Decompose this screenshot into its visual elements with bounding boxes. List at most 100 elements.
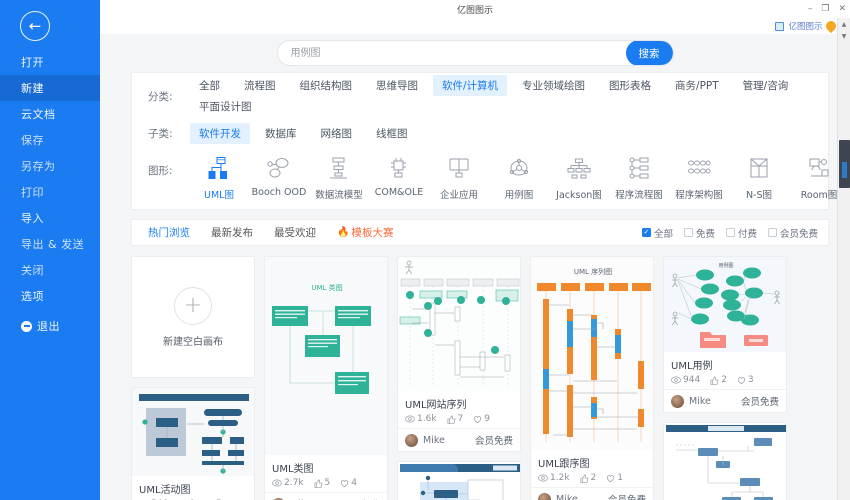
shape-item-data-flow[interactable]: 数据流模型: [310, 153, 368, 201]
sidebar-item-print[interactable]: 打印: [0, 179, 100, 205]
checkbox-all[interactable]: ✓ 全部: [641, 226, 673, 240]
fire-icon: 🔥: [337, 227, 350, 238]
subcategory-item-software-dev[interactable]: 软件开发: [190, 122, 250, 144]
sidebar-item-export-send[interactable]: 导出 & 发送: [0, 231, 100, 257]
shape-item-ns[interactable]: N-S图: [730, 153, 788, 201]
card-body: UML活动图 546 0: [132, 476, 254, 500]
subcategory-item-network[interactable]: 网络图: [312, 123, 362, 144]
content-region: 搜索 分类: 全部 流程图 组织结构图 思维导图 软件/计算机 专业领域绘图 图…: [100, 34, 850, 500]
grid-column: UML网站序列 1.6k 7 9 Mike 会员免费: [397, 256, 521, 500]
category-item-charts-tables[interactable]: 图形表格: [600, 75, 660, 96]
minimize-button[interactable]: –: [808, 4, 813, 14]
sidebar-item-exit[interactable]: 退出: [0, 313, 100, 339]
price-filter-group: ✓ 全部 免费 付费 会员免费: [641, 226, 818, 240]
shape-item-label: COM&OLE: [374, 187, 424, 198]
sidebar-item-save-as[interactable]: 另存为: [0, 153, 100, 179]
vertical-scrollbar[interactable]: ▲ ▼: [837, 18, 850, 500]
tab-template-contest[interactable]: 🔥 模板大赛: [337, 225, 393, 240]
new-blank-canvas-card[interactable]: + 新建空白画布: [131, 256, 255, 378]
sidebar-item-label: 关闭: [21, 264, 44, 277]
maximize-button[interactable]: ❐: [821, 4, 829, 14]
sidebar-item-label: 另存为: [21, 160, 56, 173]
template-card-uml-sequence[interactable]: UML 序列图 UML跟序图 1.2k 2 1 Mike: [530, 256, 654, 500]
views-stat: 2.7k: [272, 478, 304, 488]
checkbox-free[interactable]: 免费: [683, 226, 715, 240]
heart-icon: [607, 474, 615, 482]
template-card-uml-class[interactable]: UML 类图 UML类图 2.7k 5 4: [264, 256, 388, 500]
svg-text:UML 序列图: UML 序列图: [574, 267, 612, 276]
document-icon[interactable]: [775, 21, 785, 31]
account-name[interactable]: 亿图图示: [788, 20, 822, 32]
category-item-floor-plan[interactable]: 平面设计图: [190, 96, 261, 117]
search-row: 搜索: [100, 34, 850, 72]
category-item-mind-map[interactable]: 思维导图: [367, 75, 427, 96]
template-card-partial-tree[interactable]: [663, 422, 787, 500]
template-card-uml-website-sequence[interactable]: UML网站序列 1.6k 7 9 Mike 会员免费: [397, 256, 521, 452]
tab-most-popular[interactable]: 最受欢迎: [274, 225, 316, 240]
program-flowchart-icon: [626, 153, 652, 185]
category-item-all[interactable]: 全部: [190, 75, 229, 96]
shape-item-program-architecture[interactable]: 程序架构图: [670, 153, 728, 201]
tab-hot-browse[interactable]: 热门浏览: [148, 225, 190, 240]
sidebar-item-new[interactable]: 新建: [0, 75, 100, 101]
ns-diagram-icon: [746, 153, 772, 185]
filter-panel: 分类: 全部 流程图 组织结构图 思维导图 软件/计算机 专业领域绘图 图形表格…: [131, 72, 837, 210]
category-item-org-chart[interactable]: 组织结构图: [291, 75, 362, 96]
thumb-up-icon: [710, 376, 719, 385]
sidebar-item-close[interactable]: 关闭: [0, 257, 100, 283]
category-item-software-computer[interactable]: 软件/计算机: [433, 75, 508, 96]
sidebar-item-label: 退出: [37, 320, 60, 333]
title-bar: 亿图图示 – ❐ ✕: [100, 0, 850, 18]
category-item-management[interactable]: 管理/咨询: [734, 75, 798, 96]
views-count: 944: [683, 375, 701, 385]
template-card-uml-usecase[interactable]: 用例图 UML用例 944 2 3 Mike 会员免费: [663, 256, 787, 413]
checkbox-label: 全部: [653, 228, 673, 240]
shape-item-label: Booch OOD: [251, 187, 307, 198]
search-button[interactable]: 搜索: [625, 41, 673, 65]
scroll-down-button[interactable]: ▼: [838, 30, 850, 42]
sidebar-item-options[interactable]: 选项: [0, 283, 100, 309]
sidebar-item-import[interactable]: 导入: [0, 205, 100, 231]
new-canvas-label: 新建空白画布: [163, 336, 223, 348]
favorites-count: 3: [747, 375, 754, 385]
sidebar-item-save[interactable]: 保存: [0, 127, 100, 153]
shape-item-enterprise-app[interactable]: 企业应用: [430, 153, 488, 201]
price-badge: 会员免费: [474, 436, 513, 447]
card-body: UML用例 944 2 3: [664, 352, 786, 389]
sidebar-item-label: 导入: [21, 212, 44, 225]
main-area: 亿图图示 – ❐ ✕ 亿图图示 ▾ 搜索: [100, 0, 850, 500]
shape-items: UML图 Booch OOD 数据流模型 COM&OLE 企业应用 用例图 Ja…: [190, 153, 850, 201]
sidebar-item-cloud-doc[interactable]: 云文档: [0, 101, 100, 127]
back-button[interactable]: ←: [20, 11, 50, 41]
category-items: 全部 流程图 组织结构图 思维导图 软件/计算机 专业领域绘图 图形表格 商务/…: [190, 75, 828, 117]
views-stat: 1.2k: [538, 473, 570, 483]
likes-count: 2: [721, 375, 727, 385]
subcategory-item-wireframe[interactable]: 线框图: [367, 123, 417, 144]
checkbox-member-free[interactable]: 会员免费: [767, 226, 818, 240]
shape-item-com-ole[interactable]: COM&OLE: [370, 153, 428, 198]
price-badge: 会员免费: [608, 492, 646, 500]
close-button[interactable]: ✕: [838, 4, 846, 14]
thumb-up-icon: [447, 415, 456, 424]
data-flow-model-icon: [326, 153, 352, 185]
checkbox-paid[interactable]: 付费: [725, 226, 757, 240]
scroll-up-button[interactable]: ▲: [838, 18, 850, 30]
card-stats: 2.7k 5 4: [272, 478, 380, 488]
template-card-uml-activity[interactable]: UML活动图 546 0: [131, 387, 255, 500]
category-item-flowchart[interactable]: 流程图: [235, 75, 285, 96]
shape-item-jackson[interactable]: Jackson图: [550, 153, 608, 201]
category-item-professional[interactable]: 专业领域绘图: [513, 75, 594, 96]
shape-item-uml[interactable]: UML图: [190, 153, 248, 201]
sidebar-item-open[interactable]: 打开: [0, 49, 100, 75]
checkbox-label: 免费: [695, 228, 715, 240]
scrollbar-thumb[interactable]: [839, 140, 850, 188]
shape-item-program-flowchart[interactable]: 程序流程图: [610, 153, 668, 201]
template-card-partial-flowchart[interactable]: [397, 461, 521, 500]
shape-item-booch-ood[interactable]: Booch OOD: [250, 153, 308, 198]
shape-item-use-case[interactable]: 用例图: [490, 153, 548, 201]
search-input[interactable]: [277, 41, 626, 65]
category-item-business-ppt[interactable]: 商务/PPT: [666, 75, 728, 96]
subcategory-item-database[interactable]: 数据库: [256, 123, 306, 144]
avatar: [405, 433, 418, 447]
tab-latest[interactable]: 最新发布: [211, 225, 253, 240]
